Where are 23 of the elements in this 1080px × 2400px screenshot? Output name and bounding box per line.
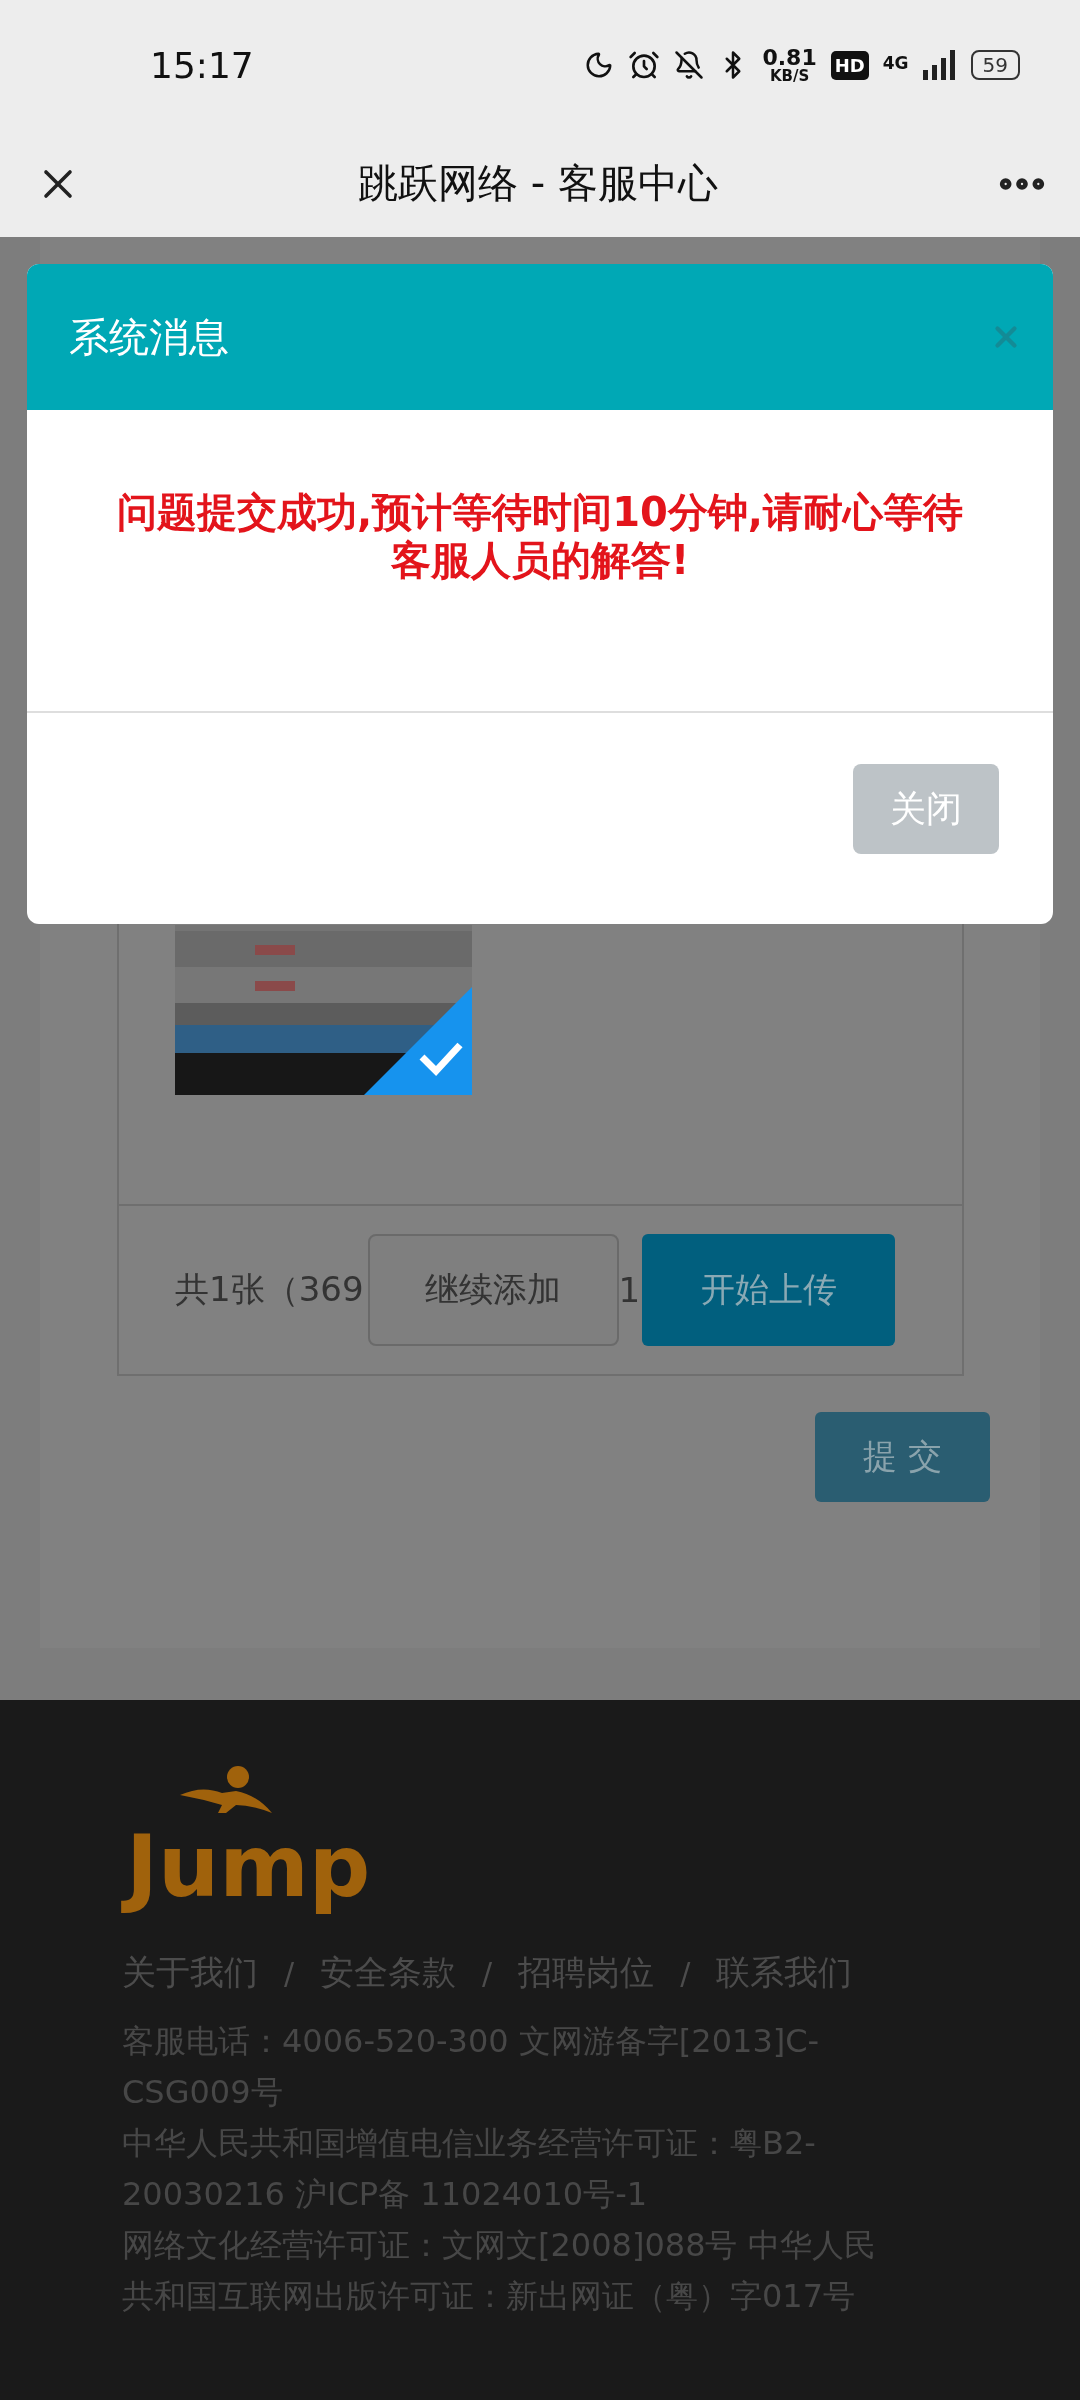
- checkmark-icon[interactable]: [364, 987, 472, 1095]
- link-separator: /: [482, 1955, 493, 1991]
- logo-text: Jump: [122, 1815, 375, 1919]
- upload-summary-tail: 1: [618, 1270, 641, 1310]
- network-speed: 0.81: [762, 46, 817, 69]
- signal-icon: [922, 50, 957, 80]
- link-separator: /: [680, 1955, 691, 1991]
- dialog-title: 系统消息: [69, 312, 229, 362]
- page-title: 跳跃网络 - 客服中心: [358, 159, 718, 208]
- speed-unit: KB/S: [769, 68, 810, 84]
- link-separator: /: [284, 1955, 295, 1991]
- dialog-message: 问题提交成功,预计等待时间10分钟,请耐心等待客服人员的解答!: [115, 488, 965, 584]
- bell-off-icon: [674, 50, 705, 80]
- close-button[interactable]: 关闭: [853, 764, 999, 854]
- alarm-icon: [628, 49, 661, 81]
- status-time: 15:17: [150, 44, 255, 86]
- battery-indicator: 59: [970, 50, 1020, 80]
- hd-badge: HD: [830, 50, 869, 80]
- network-type: 4G: [882, 52, 909, 73]
- upload-summary: 共1张（369: [175, 1268, 364, 1311]
- start-upload-button[interactable]: 开始上传: [642, 1234, 896, 1346]
- submit-button[interactable]: 提 交: [815, 1412, 990, 1502]
- add-more-button[interactable]: 继续添加: [367, 1234, 619, 1346]
